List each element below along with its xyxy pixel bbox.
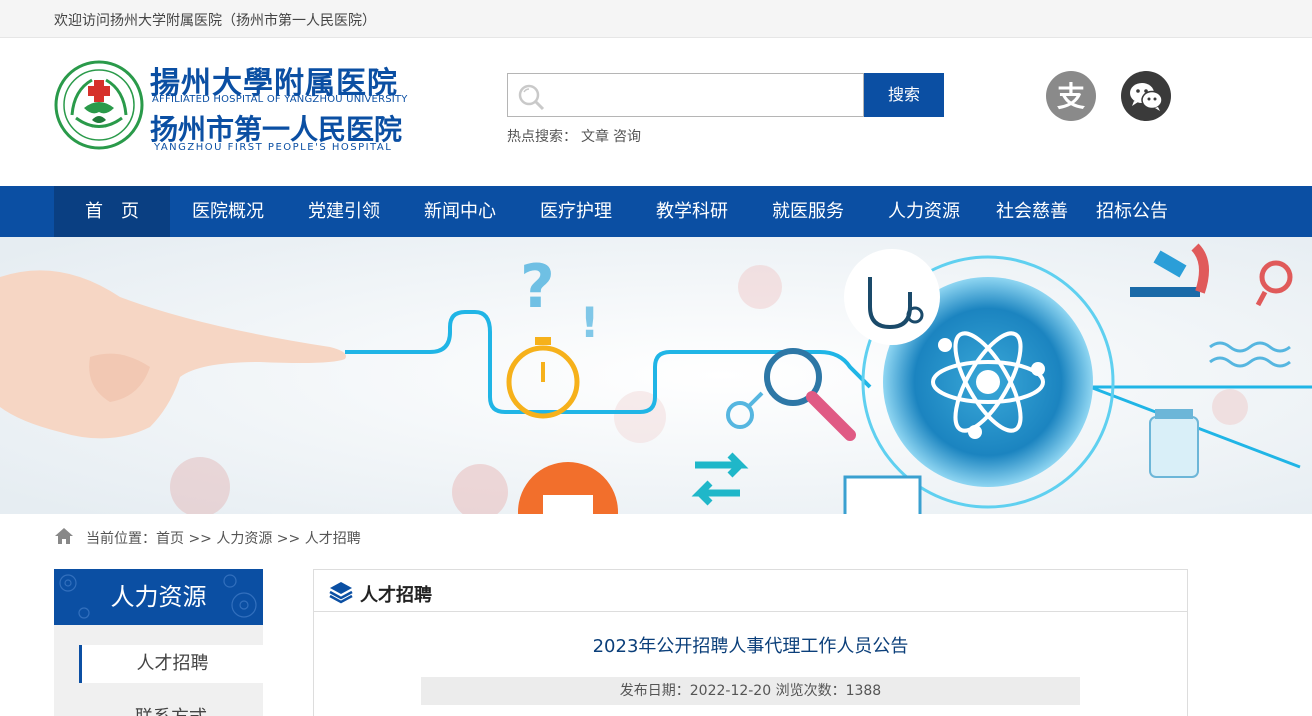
medical-banner-illustration: ? ! [0,237,1312,514]
sidebar-item-recruitment[interactable]: 人才招聘 [79,645,263,683]
nav-item-service[interactable]: 就医服务 [758,186,858,237]
hot-search-term[interactable]: 咨询 [613,129,641,145]
content-panel: 人才招聘 2023年公开招聘人事代理工作人员公告 发布日期：2022-12-20… [313,569,1188,716]
article-meta: 发布日期：2022-12-20 浏览次数：1388 [421,677,1080,705]
hot-search-term[interactable]: 文章 [581,129,609,145]
sidebar-header: 人力资源 [54,569,263,625]
sidebar-title: 人力资源 [110,583,207,611]
sidebar-menu: 人才招聘 联系方式 [54,625,263,716]
nav-item-hr[interactable]: 人力资源 [874,186,974,237]
hospital-emblem-icon [54,60,144,150]
sidebar-item-contact[interactable]: 联系方式 [79,699,263,716]
alipay-icon[interactable]: 支 [1046,71,1096,121]
search-icon [518,84,545,111]
hospital-logo[interactable]: 揚州大學附属医院 AFFILIATED HOSPITAL OF YANGZHOU… [54,58,407,158]
breadcrumb-path[interactable]: 当前位置：首页 >> 人力资源 >> 人才招聘 [86,528,361,548]
top-bar: 欢迎访问扬州大学附属医院（扬州市第一人民医院） [0,0,1312,38]
home-icon [55,528,73,544]
hot-search-label: 热点搜索： [507,129,577,145]
nav-item-medical[interactable]: 医疗护理 [526,186,626,237]
main-nav: 首 页 医院概况 党建引领 新闻中心 医疗护理 教学科研 就医服务 人力资源 社… [0,186,1312,237]
nav-item-about[interactable]: 医院概况 [178,186,278,237]
wechat-icon[interactable] [1121,71,1171,121]
logo-english-name: AFFILIATED HOSPITAL OF YANGZHOU UNIVERSI… [152,94,408,105]
search-input[interactable] [550,82,850,110]
nav-item-party[interactable]: 党建引领 [294,186,394,237]
content-header: 人才招聘 [314,570,1187,612]
welcome-text: 欢迎访问扬州大学附属医院（扬州市第一人民医院） [54,13,376,29]
svg-text:?: ? [520,252,555,322]
hero-banner: ? ! [0,237,1312,514]
search-button[interactable]: 搜索 [864,73,944,117]
svg-text:支: 支 [1057,80,1085,113]
search-box [507,73,864,117]
svg-text:!: ! [580,298,599,347]
logo-english-subname: YANGZHOU FIRST PEOPLE'S HOSPITAL [154,142,393,153]
nav-item-tender[interactable]: 招标公告 [1082,186,1182,237]
nav-item-charity[interactable]: 社会慈善 [982,186,1082,237]
hot-search: 热点搜索： 文章 咨询 [507,126,645,146]
layers-icon [329,582,353,604]
header: 揚州大學附属医院 AFFILIATED HOSPITAL OF YANGZHOU… [0,38,1312,186]
nav-item-research[interactable]: 教学科研 [642,186,742,237]
article-title: 2023年公开招聘人事代理工作人员公告 [592,636,909,657]
nav-item-home[interactable]: 首 页 [54,186,170,237]
nav-item-news[interactable]: 新闻中心 [410,186,510,237]
section-title: 人才招聘 [360,585,432,606]
